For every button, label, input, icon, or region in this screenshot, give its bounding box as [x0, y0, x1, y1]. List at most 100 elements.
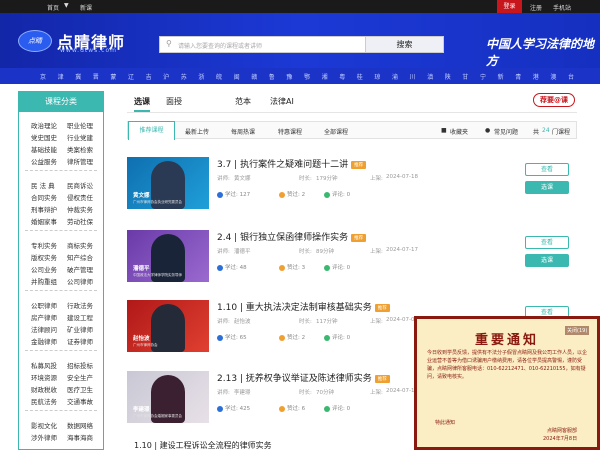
- category-link[interactable]: 证券律师: [67, 336, 93, 346]
- city-link[interactable]: 粤: [339, 72, 345, 81]
- city-link[interactable]: 冀: [75, 72, 81, 81]
- category-link[interactable]: 涉外律师: [31, 432, 57, 442]
- category-link[interactable]: 民 法 典: [31, 180, 55, 190]
- category-link[interactable]: 建设工程: [67, 312, 93, 322]
- category-link[interactable]: 劳动社保: [67, 216, 93, 226]
- category-link[interactable]: 房产律师: [31, 312, 57, 322]
- course-title[interactable]: 3.7 | 执行案件之疑难问题十二讲 推荐: [217, 157, 367, 170]
- category-link[interactable]: 影视文化: [31, 420, 57, 430]
- view-course-button[interactable]: 查看: [525, 236, 569, 249]
- category-link[interactable]: 民商诉讼: [67, 180, 93, 190]
- city-link[interactable]: 甘: [462, 72, 468, 81]
- course-title[interactable]: 2.13 | 抚养权争议举证及陈述律师实务 推荐: [217, 371, 390, 384]
- city-link[interactable]: 宁: [480, 72, 486, 81]
- category-link[interactable]: 安全生产: [67, 372, 93, 382]
- category-link[interactable]: 侵权责任: [67, 192, 93, 202]
- category-link[interactable]: 刑事辩护: [31, 204, 57, 214]
- category-link[interactable]: 职业伦理: [67, 120, 93, 130]
- filter-recommended[interactable]: 推荐课程: [128, 121, 175, 140]
- logo-icon[interactable]: 点睛: [18, 30, 52, 52]
- city-link[interactable]: 闽: [234, 72, 240, 81]
- tab-face-to-face[interactable]: 面授: [166, 96, 182, 107]
- city-link[interactable]: 苏: [181, 72, 187, 81]
- category-link[interactable]: 海事海商: [67, 432, 93, 442]
- course-thumbnail[interactable]: 李建璟 广州市律师协会婚姻家事委员会: [127, 371, 209, 423]
- category-link[interactable]: 环境资源: [31, 372, 57, 382]
- city-link[interactable]: 鄂: [304, 72, 310, 81]
- city-link[interactable]: 蒙: [110, 72, 116, 81]
- category-link[interactable]: 公司业务: [31, 264, 57, 274]
- city-link[interactable]: 台: [568, 72, 574, 81]
- select-course-button[interactable]: 选课: [525, 181, 569, 194]
- tab-courses[interactable]: 选课: [134, 96, 150, 107]
- category-link[interactable]: 公职律师: [31, 300, 57, 310]
- category-link[interactable]: 基础技能: [31, 144, 57, 154]
- category-link[interactable]: 专利实务: [31, 240, 57, 250]
- category-link[interactable]: 知产综合: [67, 252, 93, 262]
- favorites-link[interactable]: 收藏夹: [450, 127, 468, 136]
- category-link[interactable]: 财政税收: [31, 384, 57, 394]
- city-link[interactable]: 川: [410, 72, 416, 81]
- city-link[interactable]: 晋: [93, 72, 99, 81]
- category-link[interactable]: 党史国史: [31, 132, 57, 142]
- city-link[interactable]: 豫: [286, 72, 292, 81]
- recommend-badge[interactable]: 荐要@课: [533, 93, 575, 107]
- register-link[interactable]: 注册: [530, 3, 542, 12]
- chevron-down-icon[interactable]: ▼: [64, 2, 69, 9]
- category-link[interactable]: 行政法务: [67, 300, 93, 310]
- tab-legal-ai[interactable]: 法律AI: [270, 96, 294, 107]
- category-link[interactable]: 矿业律师: [67, 324, 93, 334]
- filter-weekly-hot[interactable]: 每周热课: [231, 127, 255, 136]
- tab-templates[interactable]: 范本: [235, 96, 251, 107]
- city-link[interactable]: 沪: [163, 72, 169, 81]
- search-button[interactable]: 搜索: [365, 37, 443, 52]
- category-link[interactable]: 数据网络: [67, 420, 93, 430]
- category-link[interactable]: 破产管理: [67, 264, 93, 274]
- city-link[interactable]: 京: [40, 72, 46, 81]
- city-link[interactable]: 吉: [146, 72, 152, 81]
- notice-close-button[interactable]: 关闭(19): [565, 326, 590, 335]
- city-link[interactable]: 青: [515, 72, 521, 81]
- select-course-button[interactable]: 选课: [525, 254, 569, 267]
- category-link[interactable]: 公益服务: [31, 156, 57, 166]
- category-link[interactable]: 并购重组: [31, 276, 57, 286]
- category-link[interactable]: 法律顾问: [31, 324, 57, 334]
- category-link[interactable]: 版权实务: [31, 252, 57, 262]
- login-button[interactable]: 登录: [497, 0, 522, 13]
- course-thumbnail[interactable]: 潘德平 中国政法大学律师学院实务导师: [127, 230, 209, 282]
- new-courses-link[interactable]: 新课: [80, 3, 92, 12]
- category-link[interactable]: 行业党建: [67, 132, 93, 142]
- category-link[interactable]: 交通事故: [67, 396, 93, 406]
- city-link[interactable]: 津: [58, 72, 64, 81]
- city-link[interactable]: 琼: [374, 72, 380, 81]
- city-link[interactable]: 陕: [445, 72, 451, 81]
- filter-all[interactable]: 全部课程: [324, 127, 348, 136]
- category-link[interactable]: 律所管理: [67, 156, 93, 166]
- category-link[interactable]: 婚姻家事: [31, 216, 57, 226]
- course-thumbnail[interactable]: 赵怡波 广州市律师协会: [127, 300, 209, 352]
- city-link[interactable]: 浙: [198, 72, 204, 81]
- city-link[interactable]: 辽: [128, 72, 134, 81]
- course-title[interactable]: 1.10 | 重大执法决定法制审核基础实务 推荐: [217, 300, 390, 313]
- city-link[interactable]: 桂: [357, 72, 363, 81]
- category-link[interactable]: 合同实务: [31, 192, 57, 202]
- category-link[interactable]: 民航法务: [31, 396, 57, 406]
- category-link[interactable]: 仲裁实务: [67, 204, 93, 214]
- category-link[interactable]: 私募风投: [31, 360, 57, 370]
- city-link[interactable]: 新: [498, 72, 504, 81]
- category-link[interactable]: 商标实务: [67, 240, 93, 250]
- partial-course-title[interactable]: 1.10 | 建设工程诉讼全流程的律师实务: [134, 440, 272, 451]
- category-link[interactable]: 类案检索: [67, 144, 93, 154]
- course-thumbnail[interactable]: 黄文娜 广州市律师协会执业研究委员会: [127, 157, 209, 209]
- filter-latest[interactable]: 最新上传: [185, 127, 209, 136]
- home-link[interactable]: 首页: [47, 3, 59, 12]
- category-link[interactable]: 金融律师: [31, 336, 57, 346]
- search-input[interactable]: 请输入您要查询的课程或者讲师: [178, 41, 262, 50]
- faq-link[interactable]: 常见问题: [494, 127, 518, 136]
- category-link[interactable]: 招标投标: [67, 360, 93, 370]
- category-link[interactable]: 公司律师: [67, 276, 93, 286]
- category-link[interactable]: 政治理论: [31, 120, 57, 130]
- city-link[interactable]: 赣: [251, 72, 257, 81]
- filter-discount[interactable]: 特惠课程: [278, 127, 302, 136]
- city-link[interactable]: 皖: [216, 72, 222, 81]
